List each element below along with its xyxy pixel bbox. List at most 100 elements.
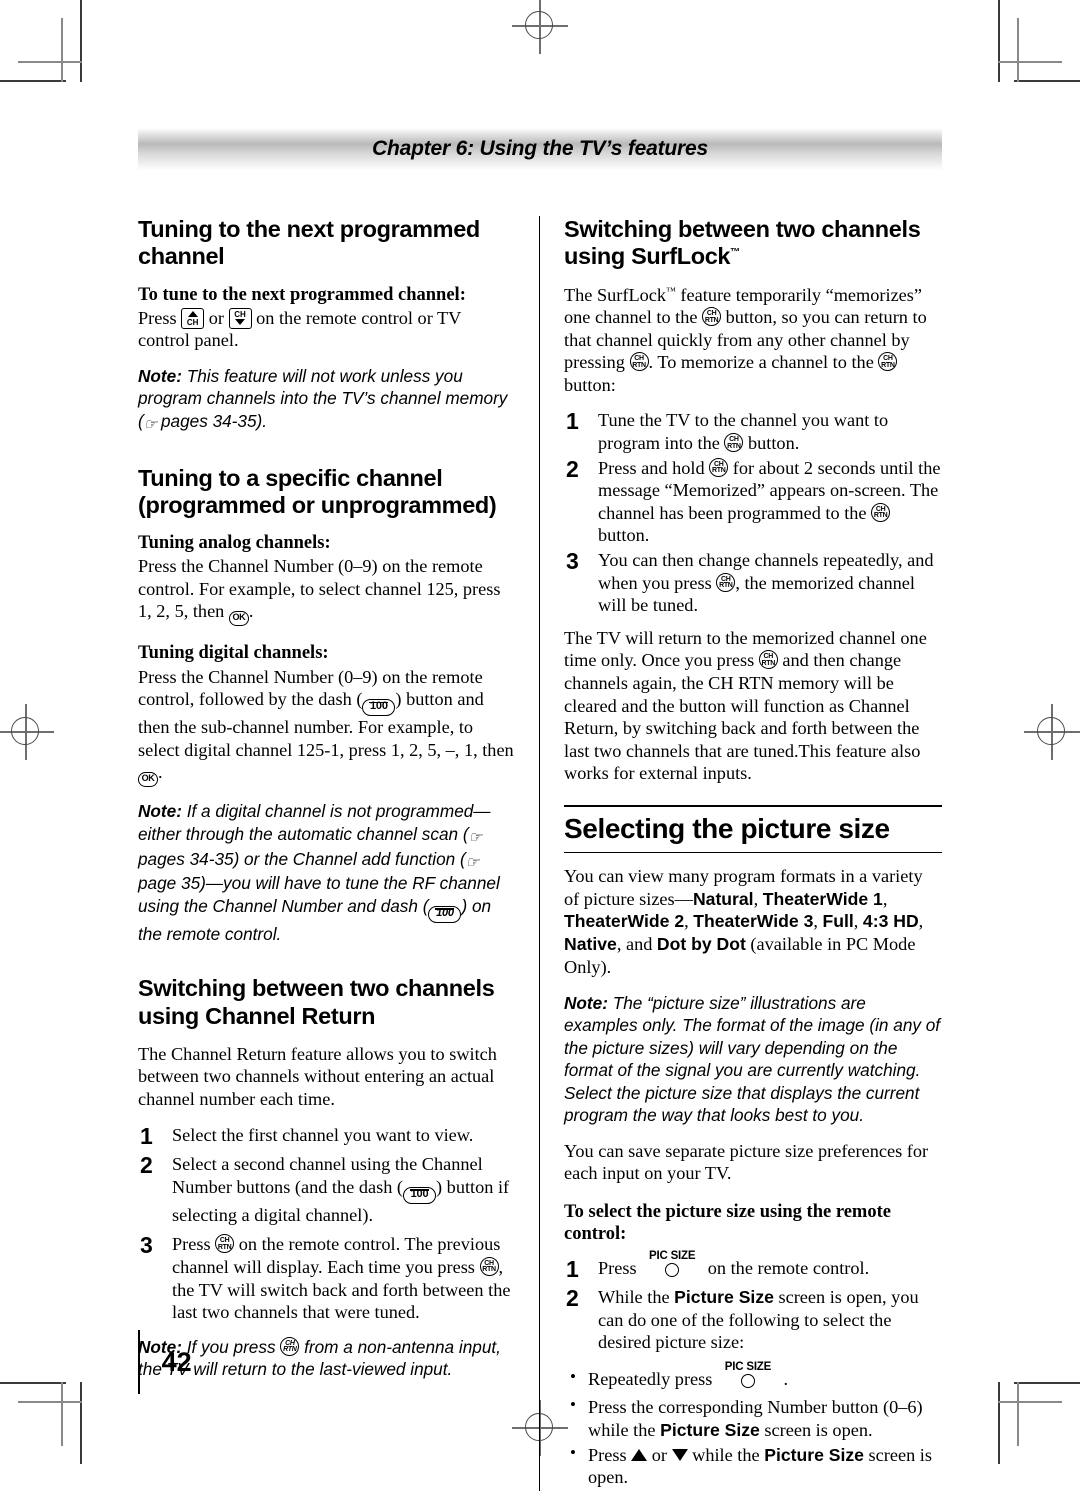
note-non-antenna-input: Note: If you press CH RTN from a non-ante… [138,1336,516,1381]
step-text: Select the first channel you want to vie… [172,1124,474,1145]
left-column: Tuning to the next programmed channel To… [138,216,540,1491]
page-number-block: 42 [138,1330,192,1394]
bullet-text-pre: Repeatedly press [588,1368,717,1389]
note3-body-pre: If you press [181,1336,281,1357]
heading-selecting-picture-size: Selecting the picture size [564,812,890,844]
note-label-4: Note: [564,992,608,1013]
picture-size-option-natural: Natural [692,888,754,909]
pic-size-button-icon-2: PIC SIZE [717,1361,779,1388]
ch-rtn-button-icon-5: CH RTN [629,352,649,372]
step-number: 2 [140,1152,153,1179]
note-program-channels-required: Note: This feature will not work unless … [138,365,516,435]
step-item-3: 3 Press CH RTN on the remote control. The … [138,1232,516,1323]
bullet-text-post: screen is open. [759,1419,873,1440]
dash-100-button-icon-2: 100 [428,905,462,923]
bullet-text-post: . [778,1368,789,1389]
trademark-symbol: ™ [730,247,740,259]
digital-text-post: . [158,762,163,783]
step-text-pre: Press [172,1234,216,1255]
picture-size-section: Selecting the picture size [564,804,942,854]
paragraph-surflock-intro: The SurfLock™ feature temporarily “memor… [564,284,942,397]
ch-rtn-button-icon-3: CH RTN [280,1336,300,1356]
picture-size-screen-label: Picture Size [674,1286,774,1307]
ok-button-icon: OK [228,611,249,627]
note-digital-channel-not-programmed: Note: If a digital channel is not progra… [138,800,516,945]
paragraph-analog-tuning: Press the Channel Number (0–9) on the re… [138,555,516,627]
paragraph-channel-return-intro: The Channel Return feature allows you to… [138,1043,497,1109]
bullet-text-while: while the [687,1444,765,1465]
arrow-down-icon [671,1448,688,1461]
paragraph-save-preferences: You can save separate picture size prefe… [564,1140,929,1184]
note-body-2: pages 34-35). [156,410,268,431]
heading-tuning-next-programmed-channel: Tuning to the next programmed channel [138,216,480,270]
trademark-symbol-2: ™ [666,285,676,297]
ch-rtn-button-icon: CH RTN [215,1234,235,1254]
steps-picture-size: 1 Press PIC SIZE on the remote control. 2… [564,1250,942,1354]
ch-rtn-button-icon-9: CH RTN [871,502,891,522]
note4-body: The “picture size” illustrations are exa… [564,992,941,1126]
pointing-hand-icon: ☞ [143,415,157,433]
channel-down-button-icon: CH [228,307,252,329]
picture-size-option-theaterwide1: TheaterWide 1 [762,888,883,909]
surflock-text-d: button: [564,374,616,395]
step-number: 3 [566,548,579,575]
heading-switching-channel-return: Switching between two channels using Cha… [138,975,495,1029]
pointing-hand-icon-3: ☞ [465,853,479,871]
manual-page: Chapter 6: Using the TV’s features Tunin… [0,0,1080,1491]
surflock-text-c: . To memorize a channel to the [648,352,879,373]
heading-surflock-text: Switching between two channels using Sur… [564,216,921,270]
rule-below-bighead [564,851,942,854]
step-item-2: 2 Select a second channel using the Chann… [138,1152,516,1226]
chapter-banner-title: Chapter 6: Using the TV’s features [372,137,708,160]
bullet-item-3: • Press or while the Picture Size screen … [564,1442,942,1489]
step-number: 1 [566,1256,579,1283]
step-item-1: 1 Tune the TV to the channel you want to … [564,408,942,454]
paragraph-surflock-outro: The TV will return to the memorized chan… [564,627,942,785]
paragraph-digital-tuning: Press the Channel Number (0–9) on the re… [138,666,516,788]
ch-rtn-button-icon-2: CH RTN [479,1256,499,1276]
step-text-post: on the remote control. [703,1258,870,1279]
bullet-glyph: • [570,1366,576,1386]
subheading-tuning-digital-channels: Tuning digital channels: [138,643,329,664]
step-item-1: 1 Press PIC SIZE on the remote control. [564,1250,942,1283]
picture-size-option-theaterwide2: TheaterWide 2 [564,911,685,932]
heading-tuning-specific-channel: Tuning to a specific channel (programmed… [138,464,497,518]
subheading-select-picture-size-remote: To select the picture size using the rem… [564,1201,891,1245]
step-item-2: 2 While the Picture Size screen is open, … [564,1285,942,1354]
paragraph-tune-next-instructions: Press CH or CH on the remote control or … [138,307,516,352]
bullet-glyph: • [570,1442,576,1462]
step-number: 1 [140,1122,153,1149]
note-label-2: Note: [138,801,182,822]
picture-size-screen-label-3: Picture Size [764,1444,864,1465]
analog-text-post: . [248,601,254,622]
step-item-1: 1 Select the first channel you want to vi… [138,1122,516,1149]
two-column-layout: Tuning to the next programmed channel To… [138,216,942,1491]
rule-above-bighead [564,804,942,807]
step-item-2: 2 Press and hold CH RTN for about 2 second… [564,455,942,547]
steps-surflock: 1 Tune the TV to the channel you want to … [564,408,942,616]
bullets-picture-size-methods: • Repeatedly press PIC SIZE . • Press the … [564,1361,942,1489]
channel-up-button-icon: CH [181,307,205,329]
ch-rtn-button-icon-11: CH RTN [758,650,778,670]
step-text-post: button. [743,433,800,454]
note2-body-2: pages 34-35) or the Channel add function… [138,848,466,869]
steps-channel-return: 1 Select the first channel you want to vi… [138,1122,516,1324]
text-or: or [204,307,229,328]
step-text-post: button. [598,525,650,546]
step-text-pre: Press [598,1258,642,1279]
picture-size-option-full: Full [822,911,854,932]
paragraph-picture-size-intro: You can view many program formats in a v… [564,866,924,977]
step-number: 2 [566,455,579,482]
picsize-intro-and: , and [616,934,657,955]
pic-size-button-icon: PIC SIZE [641,1250,703,1278]
page-number-rule [138,1330,140,1394]
picture-size-option-dotbydot: Dot by Dot [656,934,746,955]
arrow-up-icon [631,1448,648,1461]
chapter-banner: Chapter 6: Using the TV’s features [138,128,942,170]
subheading-tuning-analog-channels: Tuning analog channels: [138,533,331,554]
ch-rtn-button-icon-7: CH RTN [724,433,744,453]
step-number: 1 [566,408,579,435]
ch-rtn-button-icon-10: CH RTN [716,572,736,592]
surflock-text-pre: The SurfLock [564,284,667,305]
picture-size-option-43hd: 4:3 HD [862,911,919,932]
